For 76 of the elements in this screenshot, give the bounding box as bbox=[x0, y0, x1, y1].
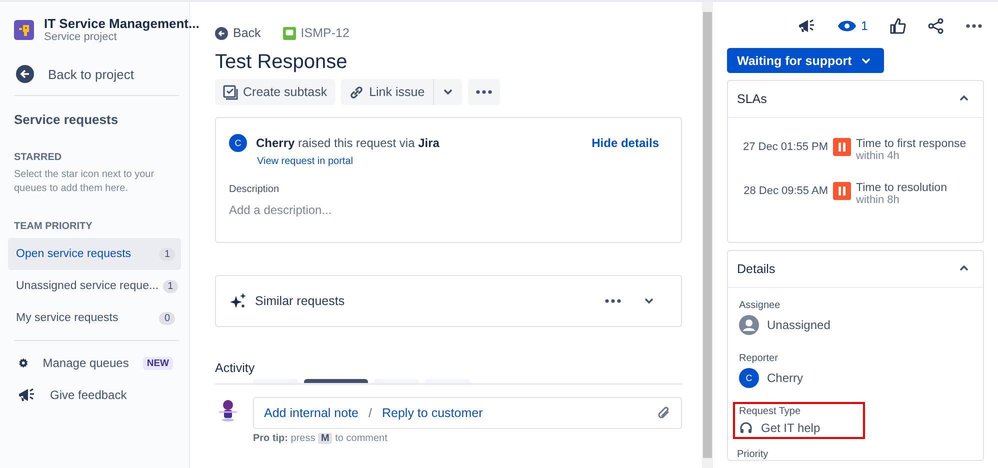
megaphone-icon[interactable] bbox=[18, 387, 36, 403]
issue-title: Test Response bbox=[215, 51, 348, 74]
more-icon[interactable] bbox=[966, 24, 982, 28]
pro-tip-suffix: to comment bbox=[335, 433, 388, 444]
link-icon bbox=[349, 84, 364, 100]
team-priority-heading: TEAM PRIORITY bbox=[14, 221, 94, 232]
description-field[interactable]: Add a description... bbox=[229, 203, 659, 217]
back-to-project-link[interactable]: Back to project bbox=[48, 66, 134, 82]
back-link[interactable]: Back bbox=[215, 26, 261, 40]
sla-target: within 4h bbox=[856, 150, 900, 162]
starred-hint: Select the star icon next to your queues to add them here. bbox=[14, 168, 156, 195]
description-label: Description bbox=[229, 184, 280, 195]
megaphone-icon[interactable] bbox=[798, 18, 816, 34]
new-badge: NEW bbox=[142, 356, 173, 370]
section-title: Service requests bbox=[14, 112, 120, 127]
sla-target: within 8h bbox=[856, 194, 900, 206]
more-icon[interactable] bbox=[476, 90, 492, 94]
field-value[interactable]: Unassigned bbox=[767, 318, 830, 332]
dropdown-button[interactable] bbox=[432, 79, 462, 105]
user-avatar: C bbox=[229, 134, 247, 152]
hide-details-link[interactable]: Hide details bbox=[592, 136, 659, 150]
add-internal-note-link[interactable]: Add internal note bbox=[264, 406, 359, 420]
sparkle-icon bbox=[230, 292, 247, 310]
link-issue-button[interactable]: Link issue bbox=[341, 79, 433, 105]
pro-tip-text: Pro tip: press bbox=[253, 433, 316, 444]
project-logo-icon bbox=[14, 20, 34, 40]
keyboard-key: M bbox=[318, 433, 332, 444]
separator: / bbox=[368, 406, 372, 420]
queue-item[interactable]: My service requests 0 bbox=[8, 302, 181, 334]
more-icon[interactable] bbox=[605, 299, 621, 303]
queue-count: 1 bbox=[162, 280, 178, 292]
queue-item[interactable]: Unassigned service reque... 1 bbox=[8, 270, 181, 302]
field-label: Priority bbox=[737, 449, 770, 460]
reply-to-customer-link[interactable]: Reply to customer bbox=[382, 406, 483, 420]
back-arrow-icon bbox=[215, 26, 228, 40]
queue-count: 1 bbox=[159, 248, 175, 260]
pause-icon bbox=[833, 138, 851, 156]
field-label: Assignee bbox=[739, 300, 782, 311]
thumbs-up-icon[interactable] bbox=[890, 18, 906, 34]
user-avatar-icon bbox=[739, 315, 759, 335]
scrollbar[interactable] bbox=[702, 2, 713, 468]
sla-time: 27 Dec 01:55 PM bbox=[742, 140, 828, 153]
watcher-count: 1 bbox=[861, 19, 868, 33]
sla-goal: Time to resolution bbox=[856, 182, 948, 194]
activity-heading: Activity bbox=[215, 361, 256, 375]
portal-link[interactable]: View request in portal bbox=[257, 156, 353, 167]
starred-heading: STARRED bbox=[14, 152, 63, 163]
eye-icon[interactable] bbox=[838, 20, 856, 32]
comment-field[interactable]: Add internal note / Reply to customer bbox=[253, 397, 682, 429]
project-type: Service project bbox=[44, 31, 118, 43]
field-value[interactable]: Cherry bbox=[767, 371, 804, 385]
pause-icon bbox=[833, 182, 851, 200]
field-label: Reporter bbox=[739, 353, 779, 364]
sidebar-link[interactable]: Give feedback bbox=[50, 388, 127, 402]
headset-icon bbox=[739, 421, 753, 435]
issue-key[interactable]: ISMP-12 bbox=[300, 26, 350, 40]
panel-title: Details bbox=[737, 262, 776, 276]
field-label: Request Type bbox=[739, 406, 802, 417]
sla-time: 28 Dec 09:55 AM bbox=[742, 184, 828, 197]
panel-title: SLAs bbox=[737, 92, 767, 106]
project-name: IT Service Management... bbox=[44, 16, 200, 31]
sla-goal: Time to first response bbox=[856, 138, 968, 150]
field-value[interactable]: Get IT help bbox=[761, 421, 820, 435]
status-button[interactable]: Waiting for support bbox=[727, 48, 884, 73]
issue-type-icon bbox=[282, 26, 296, 40]
sidebar-link[interactable]: Manage queues bbox=[42, 356, 129, 370]
queue-item[interactable]: Open service requests 1 bbox=[8, 238, 181, 270]
create-subtask-button[interactable]: Create subtask bbox=[215, 79, 336, 105]
similar-requests-title: Similar requests bbox=[255, 294, 345, 308]
subtask-icon bbox=[223, 84, 238, 100]
share-icon[interactable] bbox=[928, 18, 944, 34]
paperclip-icon[interactable] bbox=[657, 405, 671, 421]
more-button[interactable] bbox=[468, 79, 500, 105]
user-avatar: C bbox=[739, 368, 759, 388]
queue-count: 0 bbox=[159, 312, 175, 324]
raised-by-text: Cherry raised this request via Jira bbox=[256, 136, 440, 150]
